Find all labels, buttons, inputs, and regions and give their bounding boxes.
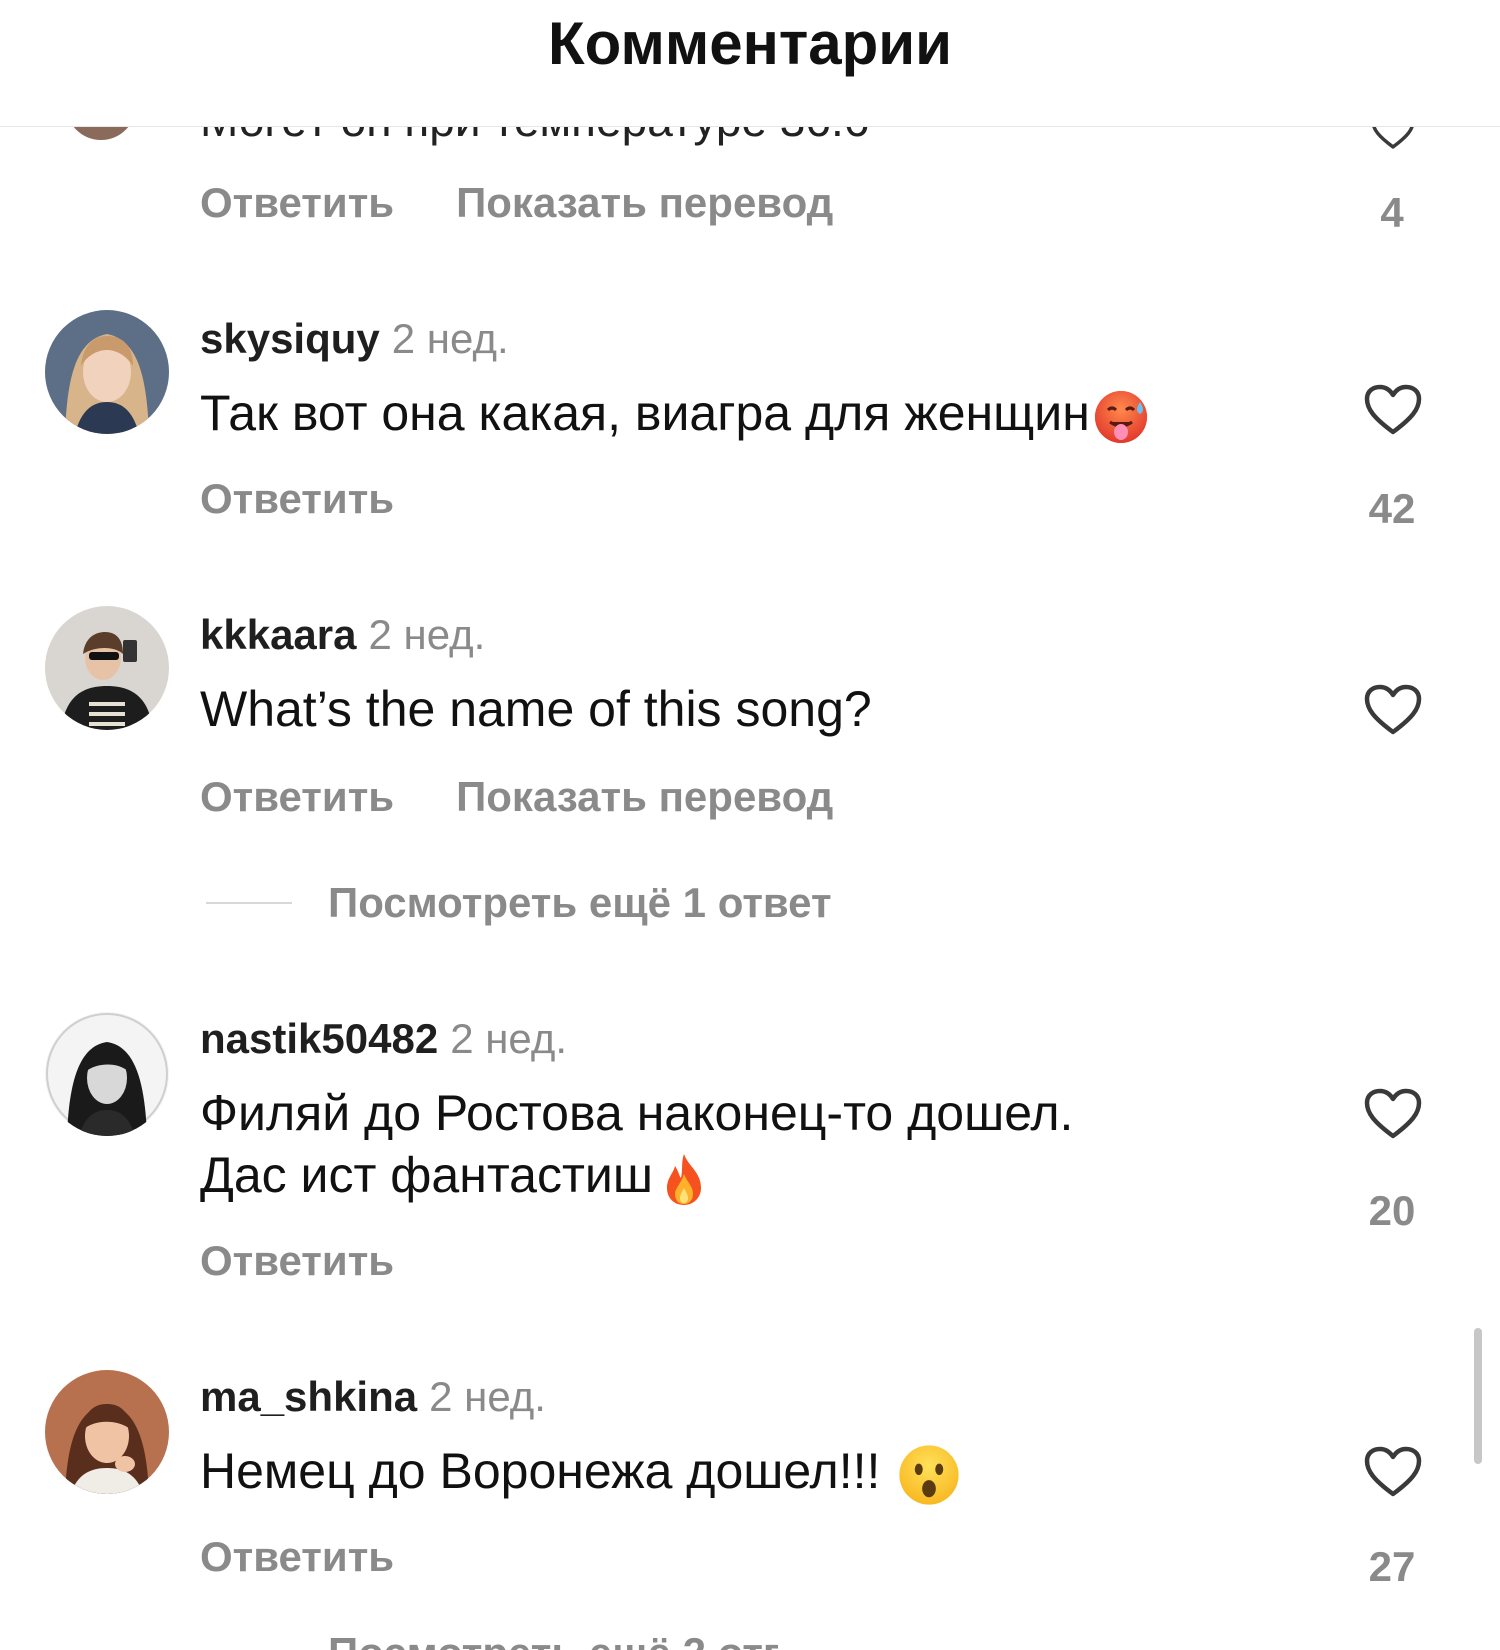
scrollbar[interactable]: [1474, 1328, 1482, 1464]
username[interactable]: nastik50482: [200, 1015, 438, 1062]
view-more-replies-button[interactable]: Посмотреть ещё 2 ответа: [328, 1628, 778, 1650]
comment-text-content: Немец до Воронежа дошел!!!: [200, 1443, 895, 1499]
comment-text-content: Дас ист фантастиш: [200, 1147, 653, 1203]
comment-text: Филяй до Ростова наконец-то дошел. Дас и…: [200, 1082, 1330, 1208]
like-icon[interactable]: [1364, 1088, 1422, 1140]
reply-button[interactable]: Ответить: [200, 773, 394, 820]
like-count: 42: [1368, 485, 1416, 532]
show-translation-button[interactable]: Показать перевод: [456, 179, 833, 226]
comment-text-line-2: Дас ист фантастиш: [200, 1144, 1330, 1208]
like-count: 27: [1368, 1543, 1416, 1590]
hot-face-icon: [1092, 388, 1150, 446]
avatar[interactable]: [45, 1012, 169, 1136]
comment-actions: Ответить: [200, 1532, 394, 1582]
comment-meta: nastik50482 2 нед.: [200, 1014, 567, 1064]
timestamp: 2 нед.: [450, 1015, 568, 1062]
comment-text-line: Филяй до Ростова наконец-то дошел.: [200, 1085, 1074, 1141]
like-count: 20: [1368, 1187, 1416, 1234]
like-icon[interactable]: [1364, 384, 1422, 436]
reply-button[interactable]: Ответить: [200, 475, 394, 522]
comments-header: Комментарии: [0, 0, 1500, 127]
comment-actions: Ответить: [200, 1236, 394, 1286]
like-count: 4: [1380, 189, 1404, 236]
timestamp: 2 нед.: [391, 315, 509, 362]
fire-icon: [655, 1150, 713, 1208]
comment-text-content: Так вот она какая, виагра для женщин: [200, 385, 1090, 441]
comment-text: What’s the name of this song?: [200, 678, 1330, 740]
comment-meta: kkkaara 2 нед.: [200, 610, 485, 660]
astonished-face-icon: [896, 1442, 962, 1508]
comment-meta: skysiquy 2 нед.: [200, 314, 509, 364]
page-title: Комментарии: [547, 10, 953, 77]
username[interactable]: skysiquy: [200, 315, 380, 362]
reply-button[interactable]: Ответить: [200, 179, 394, 226]
like-icon[interactable]: [1364, 684, 1422, 736]
view-more-replies-button[interactable]: Посмотреть ещё 1 ответ: [206, 878, 1106, 928]
view-more-label: Посмотреть ещё 1 ответ: [328, 879, 832, 926]
show-translation-button[interactable]: Показать перевод: [456, 773, 833, 820]
username[interactable]: ma_shkina: [200, 1373, 417, 1420]
reply-button[interactable]: Ответить: [200, 1237, 394, 1284]
divider: [206, 902, 292, 904]
like-icon[interactable]: [1364, 1446, 1422, 1498]
comment-text: Немец до Воронежа дошел!!!: [200, 1440, 1330, 1508]
comment-actions: Ответить: [200, 474, 394, 524]
timestamp: 2 нед.: [429, 1373, 546, 1420]
comment-text: Так вот она какая, виагра для женщин: [200, 382, 1330, 446]
avatar[interactable]: [45, 1370, 169, 1494]
view-more-label: Посмотреть ещё 2 ответа: [328, 1628, 778, 1650]
username[interactable]: kkkaara: [200, 611, 357, 658]
comment-actions: Ответить Показать перевод: [200, 178, 833, 228]
avatar[interactable]: [45, 310, 169, 434]
comment-meta: ma_shkina 2 нед.: [200, 1372, 546, 1422]
reply-button[interactable]: Ответить: [200, 1533, 394, 1580]
comment-actions: Ответить Показать перевод: [200, 772, 833, 822]
timestamp: 2 нед.: [368, 611, 486, 658]
avatar[interactable]: [45, 606, 169, 730]
comment-text-content: What’s the name of this song?: [200, 681, 872, 737]
